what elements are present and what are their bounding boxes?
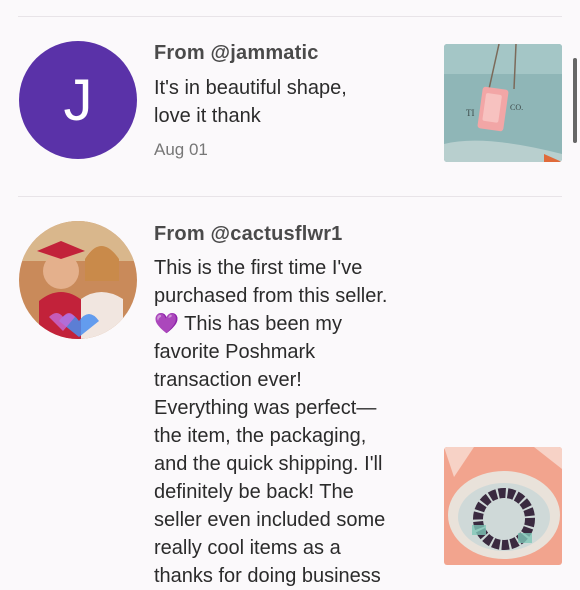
- avatar-letter: J: [63, 67, 93, 133]
- avatar[interactable]: J: [19, 41, 137, 159]
- review-item: From @cactusflwr1 This is the first time…: [0, 196, 580, 587]
- review-text-line: love it thank: [154, 105, 261, 127]
- review-author[interactable]: From @jammatic: [154, 42, 319, 65]
- review-text-line: 💜 This has been my: [154, 313, 342, 335]
- profile-photo-icon: [19, 221, 137, 339]
- avatar[interactable]: [19, 221, 137, 339]
- review-text-line: definitely be back! The: [154, 481, 354, 503]
- review-text: It's in beautiful shape, love it thank: [154, 74, 429, 130]
- bracelet-photo-icon: [444, 447, 562, 565]
- thumb-text-right: CO.: [510, 103, 523, 112]
- review-text-line: the item, the packaging,: [154, 425, 367, 447]
- review-text-line: really cool items as a: [154, 537, 341, 559]
- necklace-thumbnail[interactable]: TI CO.: [444, 44, 562, 162]
- bracelet-thumbnail[interactable]: [444, 447, 562, 565]
- review-text-line: purchased from this seller.: [154, 285, 388, 307]
- review-text: This is the first time I've purchased fr…: [154, 254, 429, 590]
- review-text-line: Everything was perfect—: [154, 397, 377, 419]
- review-text-line: It's in beautiful shape,: [154, 77, 347, 99]
- review-author[interactable]: From @cactusflwr1: [154, 223, 343, 246]
- review-text-line: favorite Poshmark: [154, 341, 316, 363]
- thumb-text-left: TI: [466, 108, 475, 118]
- review-text-line: and the quick shipping. I'll: [154, 453, 383, 475]
- scrollbar[interactable]: [573, 58, 577, 143]
- review-text-line: transaction ever!: [154, 369, 302, 391]
- review-text-line: seller even included some: [154, 509, 386, 531]
- review-date: Aug 01: [154, 140, 208, 159]
- review-text-line: This is the first time I've: [154, 257, 363, 279]
- review-item: J From @jammatic It's in beautiful shape…: [0, 0, 580, 196]
- review-text-line: thanks for doing business: [154, 565, 381, 587]
